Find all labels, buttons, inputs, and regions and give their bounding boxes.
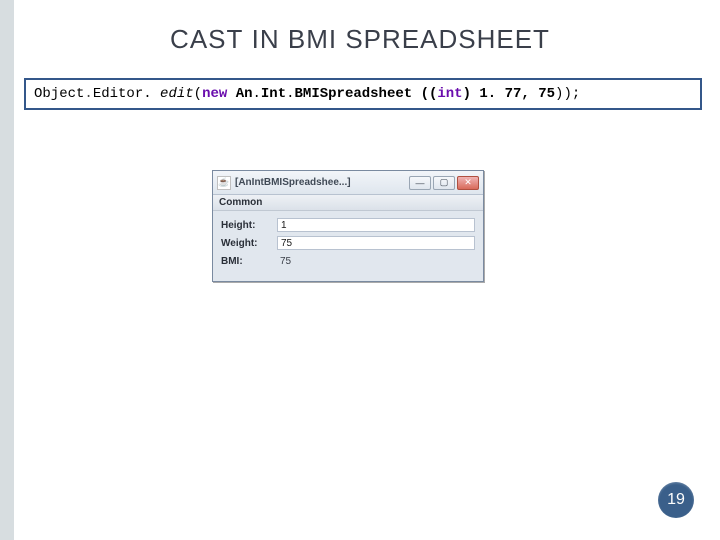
weight-field[interactable]: 75 — [277, 236, 475, 250]
field-label: Weight: — [221, 238, 277, 249]
code-token: Editor. — [93, 86, 160, 102]
section-label: Common — [219, 197, 262, 208]
page-number: 19 — [667, 491, 685, 509]
title-part: C — [170, 24, 190, 54]
side-accent — [0, 0, 14, 540]
form-row-weight: Weight: 75 — [221, 235, 475, 251]
java-icon: ☕ — [217, 176, 231, 190]
slide-title: CAST IN BMI SPREADSHEET — [0, 24, 720, 55]
code-token: , — [521, 86, 538, 102]
code-token: (( — [421, 86, 438, 102]
code-token: . — [286, 86, 294, 102]
slide: CAST IN BMI SPREADSHEET Object.Editor. e… — [0, 0, 720, 540]
title-part: PREADSHEET — [364, 24, 550, 54]
height-field[interactable]: 1 — [277, 218, 475, 232]
code-token: Object — [34, 86, 84, 102]
code-method: edit — [160, 86, 194, 102]
close-button[interactable]: ✕ — [457, 176, 479, 190]
title-part: AST — [190, 24, 244, 54]
java-window: ☕ [AnIntBMISpreadshee...] — ▢ ✕ Common H… — [212, 170, 484, 282]
minimize-button[interactable]: — — [409, 176, 431, 190]
form-row-height: Height: 1 — [221, 217, 475, 233]
title-part: IN — [243, 24, 287, 54]
code-token: ( — [194, 86, 202, 102]
window-buttons: — ▢ ✕ — [409, 176, 479, 190]
title-part: BMI — [288, 24, 337, 54]
window-titlebar[interactable]: ☕ [AnIntBMISpreadshee...] — ▢ ✕ — [213, 171, 483, 195]
window-section-header[interactable]: Common — [213, 195, 483, 211]
code-snippet: Object.Editor. edit(new An.Int.BMISpread… — [24, 78, 702, 110]
field-label: Height: — [221, 220, 277, 231]
code-token: )); — [555, 86, 580, 102]
maximize-button[interactable]: ▢ — [433, 176, 455, 190]
code-token: . — [84, 86, 92, 102]
bmi-value: 75 — [277, 256, 475, 267]
code-class: BMISpreadsheet — [295, 86, 413, 102]
window-body: Height: 1 Weight: 75 BMI: 75 — [213, 211, 483, 281]
code-token — [227, 86, 235, 102]
form-row-bmi: BMI: 75 — [221, 253, 475, 269]
window-title: [AnIntBMISpreadshee...] — [235, 177, 351, 188]
code-class: An — [236, 86, 253, 102]
code-token: . — [253, 86, 261, 102]
code-token — [412, 86, 420, 102]
page-number-badge: 19 — [658, 482, 694, 518]
code-number: 75 — [538, 86, 555, 102]
code-token: ) — [463, 86, 480, 102]
code-number: 1. 77 — [479, 86, 521, 102]
code-class: Int — [261, 86, 286, 102]
title-part: S — [345, 24, 363, 54]
field-label: BMI: — [221, 256, 277, 267]
code-keyword-new: new — [202, 86, 227, 102]
code-keyword-int: int — [437, 86, 462, 102]
